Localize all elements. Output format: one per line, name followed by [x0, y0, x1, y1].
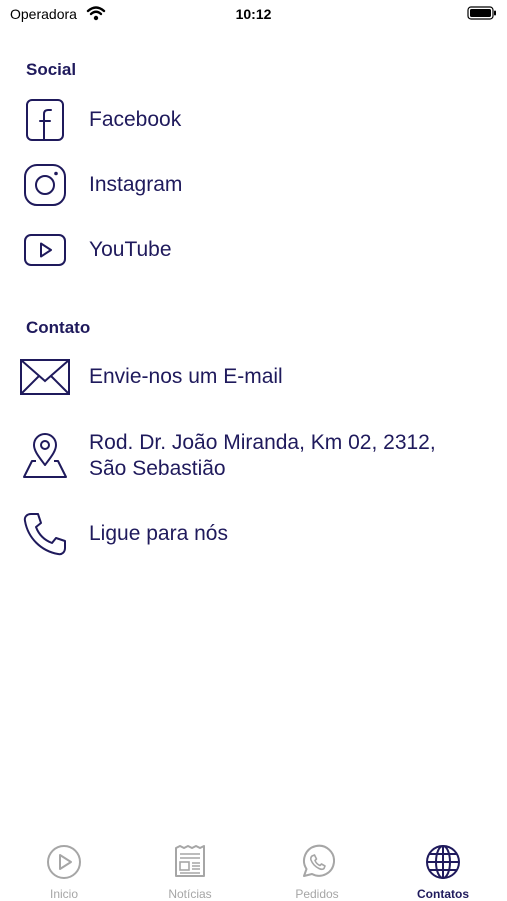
contact-item-email[interactable]: Envie-nos um E-mail	[18, 349, 488, 405]
phone-icon	[18, 510, 72, 558]
tab-label: Contatos	[417, 887, 469, 901]
tab-label: Pedidos	[295, 887, 339, 901]
tab-noticias[interactable]: Notícias	[140, 844, 240, 901]
instagram-icon	[18, 161, 72, 209]
social-item-instagram[interactable]: Instagram	[18, 157, 488, 213]
whatsapp-icon	[299, 844, 335, 884]
facebook-icon	[18, 96, 72, 144]
tab-pedidos[interactable]: Pedidos	[267, 844, 367, 901]
status-bar: Operadora 10:12	[0, 0, 507, 28]
tab-label: Inicio	[49, 887, 78, 901]
social-item-facebook[interactable]: Facebook	[18, 92, 488, 148]
section-title-social: Social	[26, 60, 77, 79]
youtube-icon	[18, 226, 72, 274]
contact-item-label: Ligue para nós	[89, 522, 228, 545]
map-pin-icon	[18, 432, 72, 480]
social-item-label: Facebook	[89, 108, 182, 131]
tab-bar: Inicio Notícias Pedidos Contatos	[0, 832, 507, 901]
contact-item-phone[interactable]: Ligue para nós	[18, 506, 488, 562]
contact-item-address[interactable]: Rod. Dr. João Miranda, Km 02, 2312, São …	[18, 426, 488, 486]
social-item-youtube[interactable]: YouTube	[18, 222, 488, 278]
battery-icon	[467, 6, 497, 25]
newspaper-icon	[172, 845, 208, 884]
social-item-label: Instagram	[89, 173, 183, 196]
contact-item-label: Rod. Dr. João Miranda, Km 02, 2312, São …	[89, 430, 436, 482]
tab-label: Notícias	[168, 887, 212, 901]
tab-inicio[interactable]: Inicio	[14, 844, 114, 901]
contact-item-label: Envie-nos um E-mail	[89, 365, 283, 388]
address-line-1: Rod. Dr. João Miranda, Km 02, 2312,	[89, 431, 436, 454]
address-line-2: São Sebastião	[89, 457, 226, 480]
social-item-label: YouTube	[89, 238, 172, 261]
clock: 10:12	[235, 6, 272, 22]
tab-contatos[interactable]: Contatos	[393, 844, 493, 901]
play-icon	[46, 845, 82, 884]
section-title-contato: Contato	[26, 318, 91, 337]
globe-icon	[425, 845, 461, 884]
envelope-icon	[18, 353, 72, 401]
